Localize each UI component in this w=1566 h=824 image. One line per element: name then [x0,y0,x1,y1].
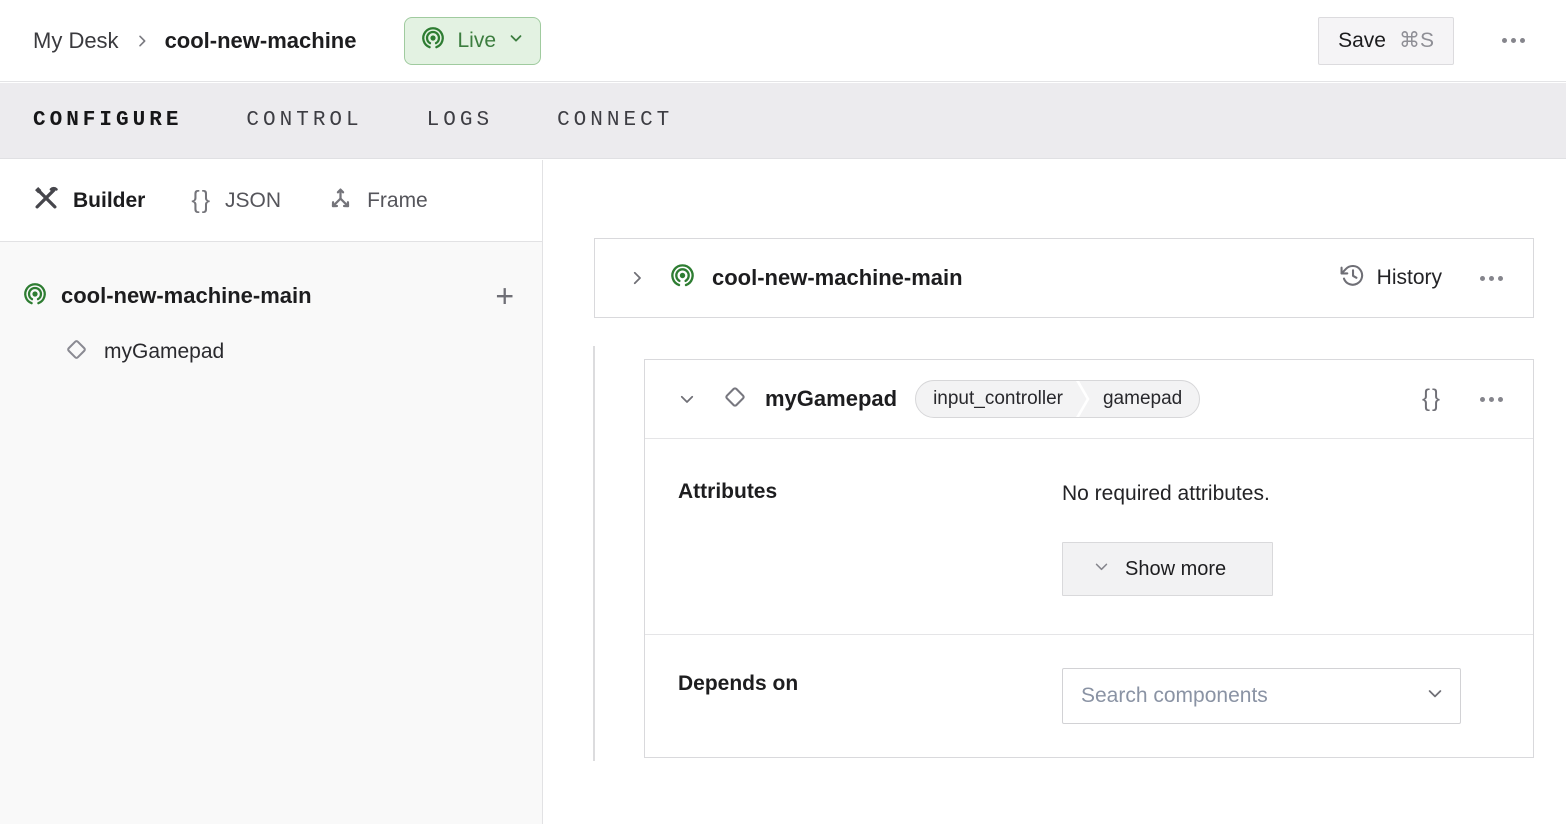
live-part-icon [669,262,696,294]
component-more-menu-button[interactable] [1478,391,1505,408]
mode-frame-label: Frame [367,189,428,213]
mode-json-button[interactable]: {} JSON [191,186,281,215]
machine-tab-bar: CONFIGURE CONTROL LOGS CONNECT [0,83,1566,159]
live-part-icon [22,281,48,312]
add-component-button[interactable]: + [495,280,514,312]
search-components-input[interactable] [1062,668,1461,724]
chevron-down-icon [507,29,525,53]
braces-icon[interactable]: {} [1422,385,1442,413]
history-button[interactable]: History [1340,263,1442,294]
tab-configure[interactable]: CONFIGURE [33,109,182,132]
live-badge-label: Live [457,29,496,53]
tree-part-label: cool-new-machine-main [61,283,312,309]
breadcrumb: My Desk cool-new-machine [33,28,356,54]
mode-builder-button[interactable]: Builder [32,184,145,218]
mode-builder-label: Builder [73,189,145,213]
attributes-empty-text: No required attributes. [1062,482,1273,506]
component-card: myGamepad input_controller gamepad {} At… [644,359,1534,758]
part-more-menu-button[interactable] [1478,270,1505,287]
machine-tree: cool-new-machine-main + myGamepad [0,242,542,380]
app-header: My Desk cool-new-machine Live Save [0,0,1566,82]
view-mode-switcher: Builder {} JSON Frame [0,160,542,242]
tools-icon [32,184,60,218]
part-card-title: cool-new-machine-main [712,265,963,291]
viam-configure-page: My Desk cool-new-machine Live Save [0,0,1566,824]
header-actions: Save ⌘S [1318,17,1533,65]
attributes-section: Attributes No required attributes. Show … [645,438,1533,634]
diamond-component-icon [721,383,749,416]
ellipsis-icon [1502,38,1525,43]
tab-connect[interactable]: CONNECT [557,109,673,132]
attributes-label: Attributes [678,439,1062,634]
history-clock-icon [1340,263,1365,294]
tree-item-component[interactable]: myGamepad [0,324,542,380]
expand-part-button[interactable] [626,267,648,289]
tab-control[interactable]: CONTROL [246,109,362,132]
diamond-component-icon [63,336,90,368]
save-shortcut-hint: ⌘S [1399,28,1434,53]
show-more-label: Show more [1125,558,1226,581]
tree-item-part[interactable]: cool-new-machine-main + [0,268,542,324]
tab-logs[interactable]: LOGS [427,109,493,132]
badge-model: gamepad [1090,381,1199,417]
component-card-title: myGamepad [765,386,897,412]
history-button-label: History [1377,266,1442,290]
component-card-header: myGamepad input_controller gamepad {} [645,360,1533,438]
ellipsis-icon [1480,276,1503,281]
chevron-down-icon [678,390,696,408]
component-type-badge: input_controller gamepad [915,380,1200,418]
show-more-button[interactable]: Show more [1062,542,1273,596]
mode-frame-button[interactable]: Frame [327,184,428,217]
depends-on-label: Depends on [678,635,1062,758]
nesting-indent-line [593,346,595,761]
depends-on-section: Depends on [645,634,1533,758]
configure-sidebar: Builder {} JSON Frame [0,160,543,824]
braces-icon: {} [191,186,212,215]
live-status-dropdown[interactable]: Live [404,17,541,65]
breadcrumb-current: cool-new-machine [165,28,357,54]
part-card: cool-new-machine-main History [594,238,1534,318]
chevron-right-icon [134,33,150,49]
attributes-content: No required attributes. Show more [1062,439,1273,634]
badge-category: input_controller [916,381,1076,417]
depends-on-content [1062,635,1461,758]
breadcrumb-parent[interactable]: My Desk [33,28,119,54]
save-button[interactable]: Save ⌘S [1318,17,1454,65]
badge-separator-chevron-icon [1076,381,1090,417]
live-icon [420,25,446,57]
frame-axes-icon [327,184,354,217]
configure-main-panel: cool-new-machine-main History [544,160,1566,824]
save-button-label: Save [1338,29,1386,53]
tree-component-label: myGamepad [104,340,224,364]
chevron-right-icon [628,269,646,287]
collapse-component-button[interactable] [676,388,698,410]
ellipsis-icon [1480,397,1503,402]
depends-on-select [1062,668,1461,724]
header-more-menu-button[interactable] [1494,30,1533,51]
chevron-down-icon [1093,558,1110,581]
mode-json-label: JSON [225,189,281,213]
